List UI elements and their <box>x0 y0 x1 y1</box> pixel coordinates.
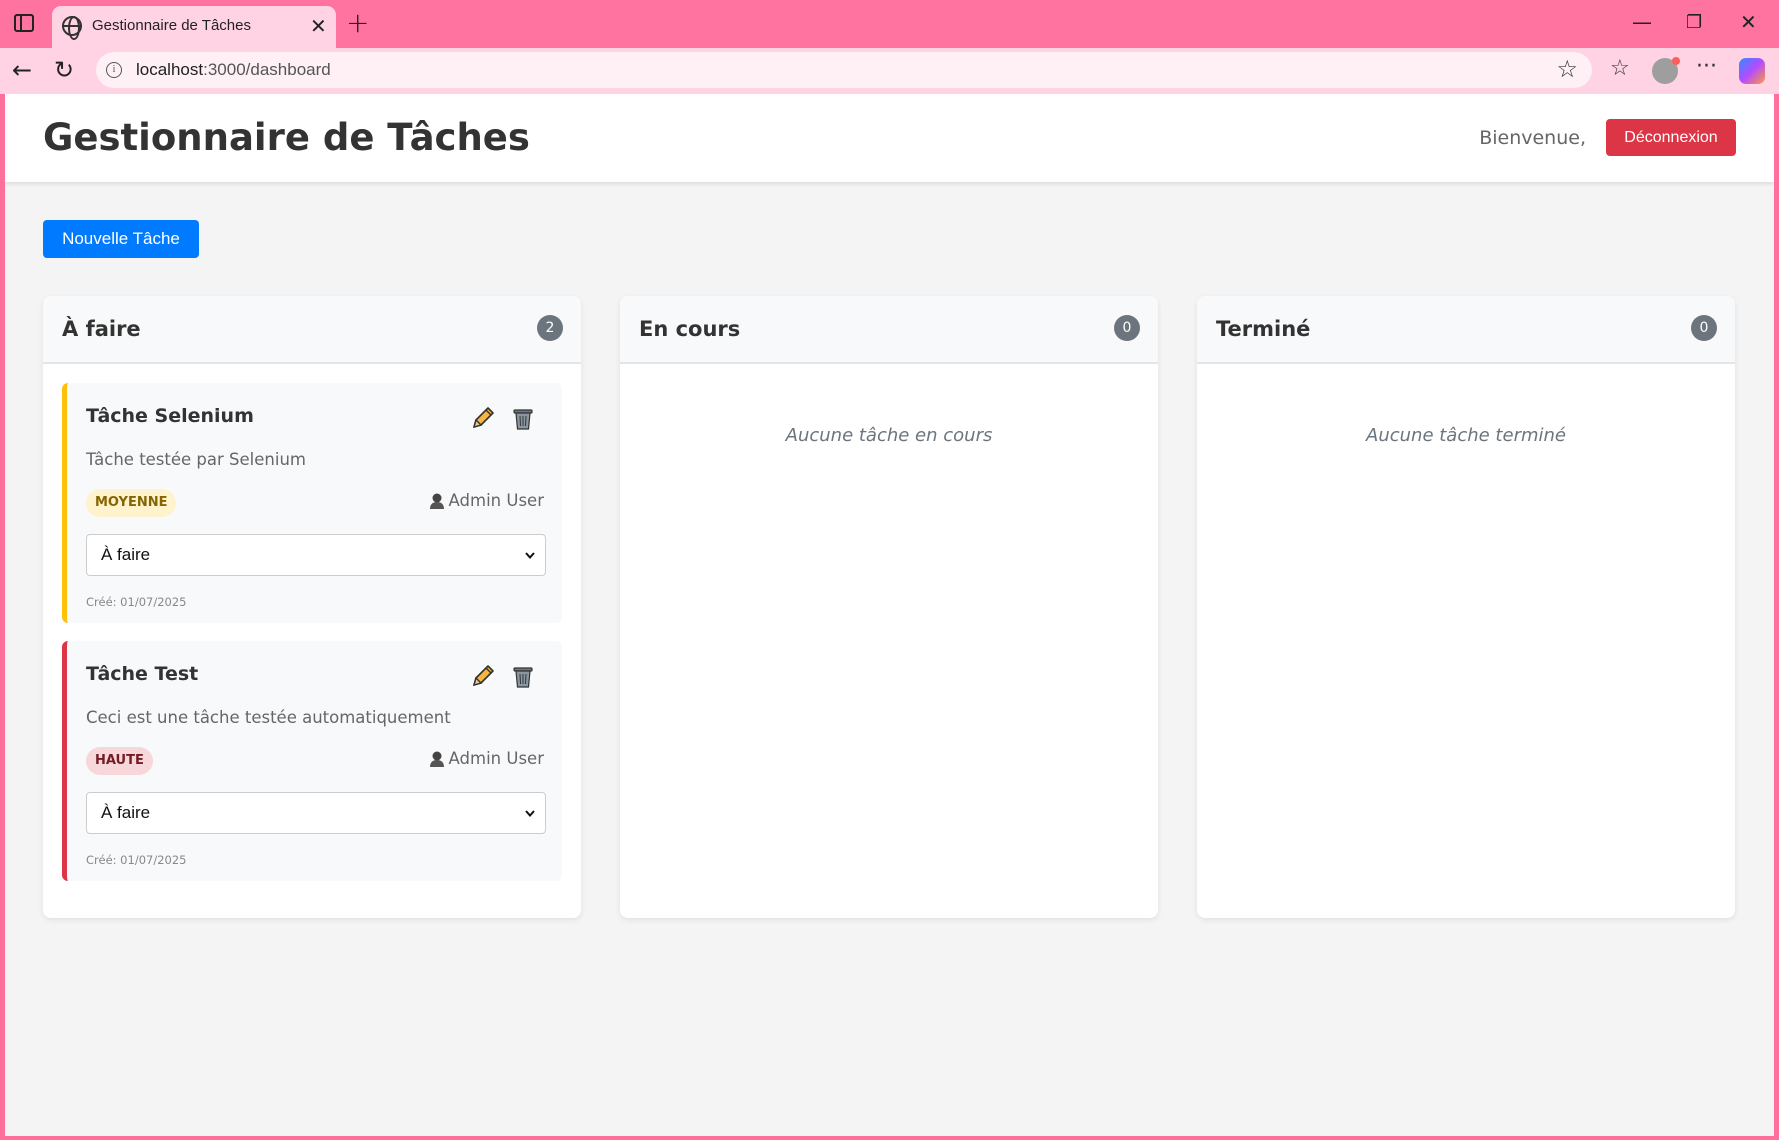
column-header: À faire 2 <box>43 296 581 364</box>
reload-icon[interactable]: ↻ <box>54 56 74 84</box>
more-options-icon[interactable]: ··· <box>1696 54 1717 79</box>
count-badge: 0 <box>1691 315 1717 341</box>
edit-pencil-icon[interactable] <box>470 405 496 431</box>
status-select[interactable]: À faire <box>86 534 546 576</box>
task-assignee: Admin User <box>429 749 544 768</box>
site-info-icon[interactable]: i <box>106 62 122 78</box>
priority-badge: HAUTE <box>86 747 153 775</box>
column-header: En cours 0 <box>620 296 1158 364</box>
restore-icon[interactable]: ❐ <box>1686 12 1702 33</box>
copilot-icon[interactable] <box>1739 58 1765 84</box>
new-task-button[interactable]: Nouvelle Tâche <box>43 220 199 258</box>
logout-button[interactable]: Déconnexion <box>1606 119 1736 156</box>
page-viewport: Gestionnaire de Tâches Bienvenue, Déconn… <box>5 94 1774 1136</box>
task-description: Ceci est une tâche testée automatiquemen… <box>86 708 451 727</box>
task-title: Tâche Selenium <box>86 405 254 427</box>
task-description: Tâche testée par Selenium <box>86 450 306 469</box>
delete-trash-icon[interactable] <box>512 665 534 689</box>
profile-avatar[interactable] <box>1652 57 1680 84</box>
browser-tab[interactable]: Gestionnaire de Tâches ✕ <box>52 6 336 48</box>
browser-toolbar: ← ↻ i localhost:3000/dashboard ☆ ☆ ··· <box>0 48 1779 94</box>
url-text[interactable]: localhost:3000/dashboard <box>136 60 331 80</box>
new-tab-icon[interactable]: + <box>346 6 369 39</box>
browser-titlebar: Gestionnaire de Tâches ✕ + — ❐ ✕ <box>0 0 1779 48</box>
globe-icon <box>62 16 82 40</box>
status-select[interactable]: À faire <box>86 792 546 834</box>
page-title: Gestionnaire de Tâches <box>43 116 530 159</box>
column-header: Terminé 0 <box>1197 296 1735 364</box>
user-icon <box>429 751 444 767</box>
column-in-progress: En cours 0 Aucune tâche en cours <box>620 296 1158 918</box>
chevron-down-icon <box>525 552 535 560</box>
priority-badge: MOYENNE <box>86 489 177 517</box>
column-todo: À faire 2 Tâche Selenium Tâche testée pa… <box>43 296 581 918</box>
favorites-icon[interactable]: ☆ <box>1610 56 1630 81</box>
task-title: Tâche Test <box>86 663 199 685</box>
sidebar-toggle-icon[interactable] <box>14 14 34 32</box>
task-assignee: Admin User <box>429 491 544 510</box>
empty-state-text: Aucune tâche en cours <box>785 425 993 446</box>
tab-title: Gestionnaire de Tâches <box>92 17 251 34</box>
column-done: Terminé 0 Aucune tâche terminé <box>1197 296 1735 918</box>
user-icon <box>429 493 444 509</box>
task-card: Tâche Test Ceci est une tâche testée aut… <box>62 641 562 881</box>
count-badge: 2 <box>537 315 563 341</box>
edit-pencil-icon[interactable] <box>470 663 496 689</box>
created-date: Créé: 01/07/2025 <box>86 595 187 609</box>
empty-state-text: Aucune tâche terminé <box>1366 425 1566 446</box>
column-title: En cours <box>639 317 741 341</box>
app-header: Gestionnaire de Tâches Bienvenue, Déconn… <box>5 94 1774 182</box>
count-badge: 0 <box>1114 315 1140 341</box>
created-date: Créé: 01/07/2025 <box>86 853 187 867</box>
close-window-icon[interactable]: ✕ <box>1740 10 1757 34</box>
delete-trash-icon[interactable] <box>512 407 534 431</box>
status-select-value: À faire <box>101 545 151 564</box>
chevron-down-icon <box>525 810 535 818</box>
column-title: Terminé <box>1216 317 1311 341</box>
welcome-text: Bienvenue, <box>1479 127 1586 149</box>
task-card: Tâche Selenium Tâche testée par Selenium… <box>62 383 562 623</box>
address-bar[interactable]: i localhost:3000/dashboard ☆ <box>96 52 1592 88</box>
bookmark-star-icon[interactable]: ☆ <box>1556 55 1578 83</box>
back-arrow-icon[interactable]: ← <box>12 56 32 84</box>
minimize-icon[interactable]: — <box>1632 10 1652 34</box>
column-title: À faire <box>62 317 141 341</box>
close-tab-icon[interactable]: ✕ <box>310 14 327 38</box>
status-select-value: À faire <box>101 803 151 822</box>
